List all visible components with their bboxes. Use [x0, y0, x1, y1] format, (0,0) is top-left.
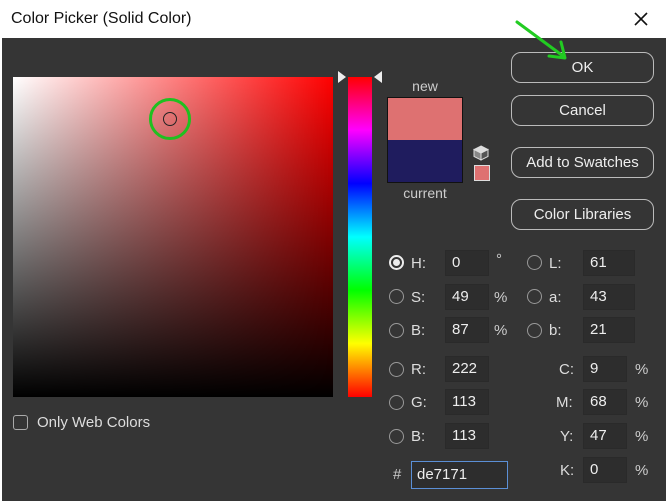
- saturation-input[interactable]: 49: [445, 284, 489, 310]
- radio-lightness[interactable]: [527, 255, 542, 270]
- black-unit: %: [635, 462, 649, 479]
- brightness-unit: %: [494, 322, 508, 339]
- cyan-input[interactable]: 9: [583, 356, 627, 382]
- hue-label: H:: [411, 255, 426, 272]
- radio-hue[interactable]: [389, 255, 404, 270]
- saturation-unit: %: [494, 289, 508, 306]
- hex-label: #: [393, 466, 402, 483]
- blue-input[interactable]: 113: [445, 423, 489, 449]
- add-to-swatches-button[interactable]: Add to Swatches: [511, 147, 654, 178]
- hex-input[interactable]: de7171: [411, 461, 508, 489]
- color-picker-marker[interactable]: [163, 112, 177, 126]
- current-color-swatch[interactable]: [387, 140, 463, 183]
- brightness-input[interactable]: 87: [445, 317, 489, 343]
- radio-green[interactable]: [389, 395, 404, 410]
- annotation-arrow-icon: [515, 20, 567, 60]
- black-input[interactable]: 0: [583, 457, 627, 483]
- yellow-input[interactable]: 47: [583, 423, 627, 449]
- radio-a-channel[interactable]: [527, 289, 542, 304]
- b-channel-label: b:: [549, 322, 562, 339]
- blue-label: B:: [411, 428, 426, 445]
- hue-slider-handle-right[interactable]: [374, 71, 382, 83]
- hue-unit: °: [496, 251, 502, 268]
- cyan-unit: %: [635, 361, 649, 378]
- close-icon[interactable]: [628, 6, 654, 32]
- cancel-button[interactable]: Cancel: [511, 95, 654, 126]
- new-label: new: [412, 78, 438, 94]
- yellow-label: Y:: [560, 428, 574, 445]
- radio-red[interactable]: [389, 362, 404, 377]
- red-label: R:: [411, 361, 426, 378]
- radio-saturation[interactable]: [389, 289, 404, 304]
- radio-brightness[interactable]: [389, 323, 404, 338]
- cyan-label: C:: [559, 361, 574, 378]
- color-libraries-button[interactable]: Color Libraries: [511, 199, 654, 230]
- cube-icon[interactable]: [473, 145, 489, 161]
- lightness-input[interactable]: 61: [583, 250, 635, 276]
- only-web-colors-checkbox[interactable]: [13, 415, 28, 430]
- window-title: Color Picker (Solid Color): [11, 10, 192, 27]
- radio-b-channel[interactable]: [527, 323, 542, 338]
- magenta-label: M:: [556, 394, 573, 411]
- red-input[interactable]: 222: [445, 356, 489, 382]
- saturation-label: S:: [411, 289, 426, 306]
- brightness-label: B:: [411, 322, 426, 339]
- green-label: G:: [411, 394, 427, 411]
- magenta-unit: %: [635, 394, 649, 411]
- a-channel-label: a:: [549, 289, 562, 306]
- radio-blue[interactable]: [389, 429, 404, 444]
- green-input[interactable]: 113: [445, 389, 489, 415]
- lightness-label: L:: [549, 255, 562, 272]
- a-channel-input[interactable]: 43: [583, 284, 635, 310]
- magenta-input[interactable]: 68: [583, 389, 627, 415]
- yellow-unit: %: [635, 428, 649, 445]
- hue-slider-handle-left[interactable]: [338, 71, 346, 83]
- new-color-swatch: [387, 97, 463, 140]
- b-channel-input[interactable]: 21: [583, 317, 635, 343]
- only-web-colors-label: Only Web Colors: [37, 414, 151, 431]
- current-label: current: [403, 185, 447, 201]
- black-label: K:: [560, 462, 575, 479]
- web-safe-swatch[interactable]: [474, 165, 490, 181]
- hue-slider[interactable]: [348, 77, 372, 397]
- hue-input[interactable]: 0: [445, 250, 489, 276]
